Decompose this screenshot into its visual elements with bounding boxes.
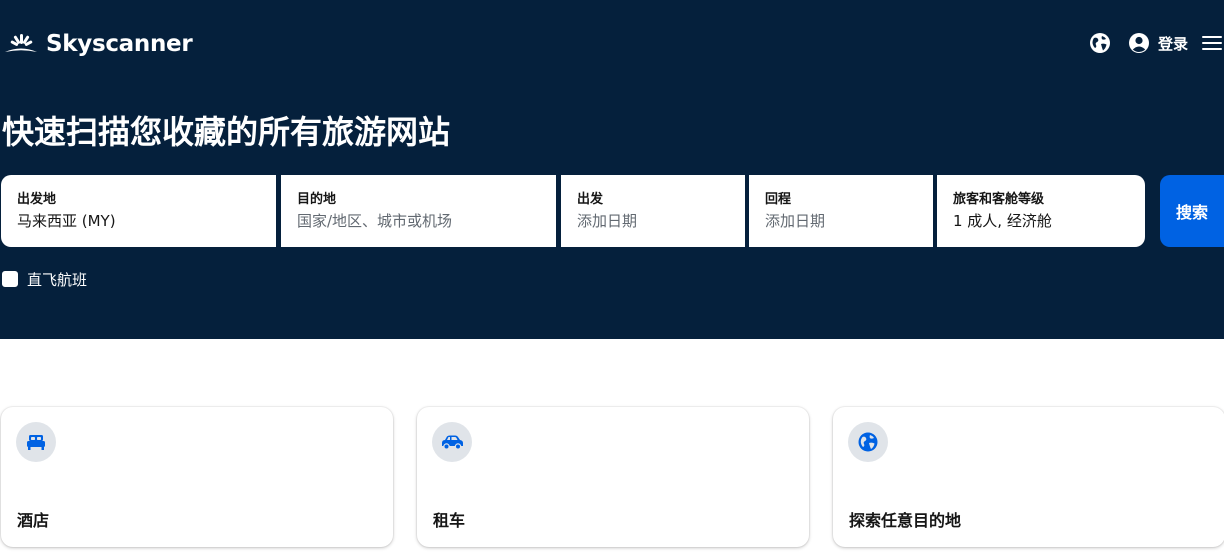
travellers-label: 旅客和客舱等级 [953, 192, 1045, 207]
car-icon [432, 422, 472, 462]
search-button[interactable]: 搜索 [1160, 175, 1224, 247]
explore-everywhere-card[interactable]: 探索任意目的地 [833, 407, 1224, 547]
return-date-input[interactable]: 添加日期 [765, 210, 917, 232]
hotels-card[interactable]: 酒店 [1, 407, 393, 547]
depart-date-field[interactable]: 出发 添加日期 [561, 175, 745, 247]
globe-icon [848, 422, 888, 462]
sunrise-logo-icon [5, 34, 37, 52]
hotels-card-title: 酒店 [17, 511, 50, 530]
account-icon [1128, 32, 1150, 54]
header-actions: 登录 [1088, 30, 1224, 56]
origin-value[interactable]: 马来西亚 (MY) [17, 210, 260, 232]
car-hire-card-title: 租车 [433, 511, 466, 530]
explore-card-title: 探索任意目的地 [849, 511, 962, 530]
return-label: 回程 [765, 192, 792, 207]
main-menu-button[interactable] [1200, 31, 1224, 55]
direct-flights-option[interactable]: 直飞航班 [2, 268, 87, 290]
depart-date-input[interactable]: 添加日期 [577, 210, 729, 232]
car-hire-card[interactable]: 租车 [417, 407, 809, 547]
travellers-cabin-field[interactable]: 旅客和客舱等级 1 成人, 经济舱 [937, 175, 1145, 247]
destination-field[interactable]: 目的地 国家/地区、城市或机场 [281, 175, 556, 247]
page-headline: 快速扫描您收藏的所有旅游网站 [2, 113, 451, 151]
destination-label: 目的地 [297, 192, 337, 207]
region-settings-button[interactable] [1088, 31, 1112, 55]
brand-name: Skyscanner [46, 31, 193, 57]
direct-flights-label[interactable]: 直飞航班 [27, 269, 87, 290]
origin-label: 出发地 [17, 192, 57, 207]
globe-icon [1089, 33, 1110, 53]
skyscanner-logo[interactable]: Skyscanner [2, 28, 193, 60]
hero-banner: Skyscanner 登录 快速扫描您收藏的所有旅游网站 出发地 马来西亚 (M… [0, 0, 1224, 339]
depart-label: 出发 [577, 192, 604, 207]
login-button[interactable]: 登录 [1128, 32, 1188, 54]
origin-field[interactable]: 出发地 马来西亚 (MY) [1, 175, 276, 247]
bed-icon [16, 422, 56, 462]
destination-input[interactable]: 国家/地区、城市或机场 [297, 210, 540, 232]
return-date-field[interactable]: 回程 添加日期 [749, 175, 933, 247]
login-label: 登录 [1157, 34, 1188, 53]
hamburger-menu-icon [1202, 36, 1222, 50]
travellers-value[interactable]: 1 成人, 经济舱 [953, 210, 1129, 232]
direct-flights-checkbox[interactable] [2, 271, 18, 287]
